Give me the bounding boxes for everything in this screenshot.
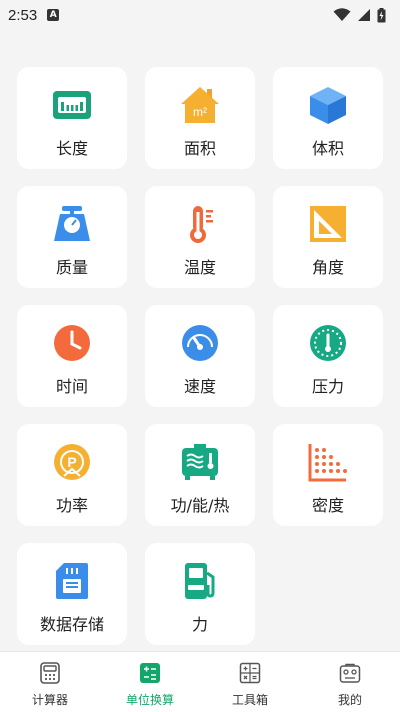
unit-label: 质量 [55,258,88,277]
unit-label: 力 [191,615,208,634]
tab-label: 计算器 [31,693,68,707]
unit-label: 时间 [55,377,88,396]
status-icons [333,7,386,23]
unit-card-speed[interactable]: 速度 [145,305,255,407]
thermometer-icon [180,204,220,244]
speedometer-icon [180,323,220,363]
tab-label: 我的 [337,693,362,707]
unit-label: 功/能/热 [170,496,230,515]
unit-card-mass[interactable]: 质量 [17,186,127,288]
clock-icon [52,323,92,363]
unit-label: 速度 [183,377,216,396]
notification-icon: A [47,9,60,21]
unit-grid: 长度 m² 面积 体积 质量 温度 角度 时间 速度 压力 P 功率 功/能/热… [17,67,383,645]
unit-card-energy[interactable]: 功/能/热 [145,424,255,526]
unit-label: 压力 [311,377,344,396]
unit-card-angle[interactable]: 角度 [273,186,383,288]
scale-icon [52,204,92,244]
tab-toolbox[interactable]: 工具箱 [200,652,300,712]
unit-card-temperature[interactable]: 温度 [145,186,255,288]
fuel-pump-icon [180,561,220,601]
unit-card-pressure[interactable]: 压力 [273,305,383,407]
unit-card-force[interactable]: 力 [145,543,255,645]
tab-label: 单位换算 [125,693,174,707]
unit-label: 数据存储 [39,615,104,634]
unit-card-area[interactable]: m² 面积 [145,67,255,169]
bottom-tab-bar: 计算器 单位换算 工具箱 我的 [0,651,400,712]
unit-card-time[interactable]: 时间 [17,305,127,407]
unit-convert-icon [138,661,162,685]
status-time: 2:53 [8,6,38,24]
signal-icon [358,9,370,21]
unit-label: 密度 [311,496,344,515]
unit-label: 长度 [55,139,88,158]
power-icon: P [52,442,92,482]
sd-card-icon [52,561,92,601]
unit-label: 功率 [55,496,88,515]
status-bar: 2:53 A [0,0,400,30]
unit-card-length[interactable]: 长度 [17,67,127,169]
svg-text:P: P [67,454,76,470]
tab-unit-convert[interactable]: 单位换算 [100,652,200,712]
pressure-gauge-icon [308,323,348,363]
density-grid-icon [308,442,348,482]
heater-icon [180,442,220,482]
tab-label: 工具箱 [231,693,268,707]
unit-label: 面积 [183,139,216,158]
unit-card-data-storage[interactable]: 数据存储 [17,543,127,645]
unit-card-density[interactable]: 密度 [273,424,383,526]
tab-calculator[interactable]: 计算器 [0,652,100,712]
ruler-icon [52,85,92,125]
svg-text:m²: m² [193,105,207,119]
unit-label: 温度 [183,258,216,277]
profile-icon [338,661,362,685]
unit-label: 体积 [311,139,344,158]
unit-card-power[interactable]: P 功率 [17,424,127,526]
house-area-icon: m² [180,85,220,125]
wifi-icon [333,8,351,21]
cube-icon [308,85,348,125]
unit-card-volume[interactable]: 体积 [273,67,383,169]
toolbox-icon [238,661,262,685]
set-square-icon [308,204,348,244]
battery-icon [377,7,386,22]
unit-label: 角度 [311,258,344,277]
calculator-icon [38,661,62,685]
tab-profile[interactable]: 我的 [300,652,400,712]
